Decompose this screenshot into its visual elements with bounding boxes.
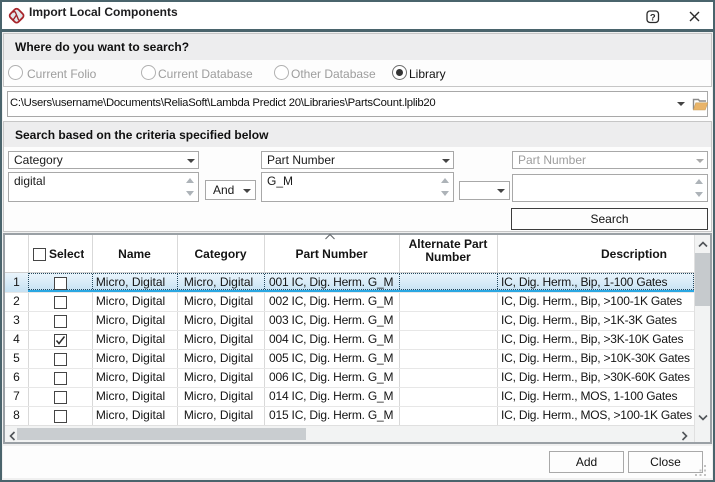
svg-text:?: ? xyxy=(650,12,656,23)
